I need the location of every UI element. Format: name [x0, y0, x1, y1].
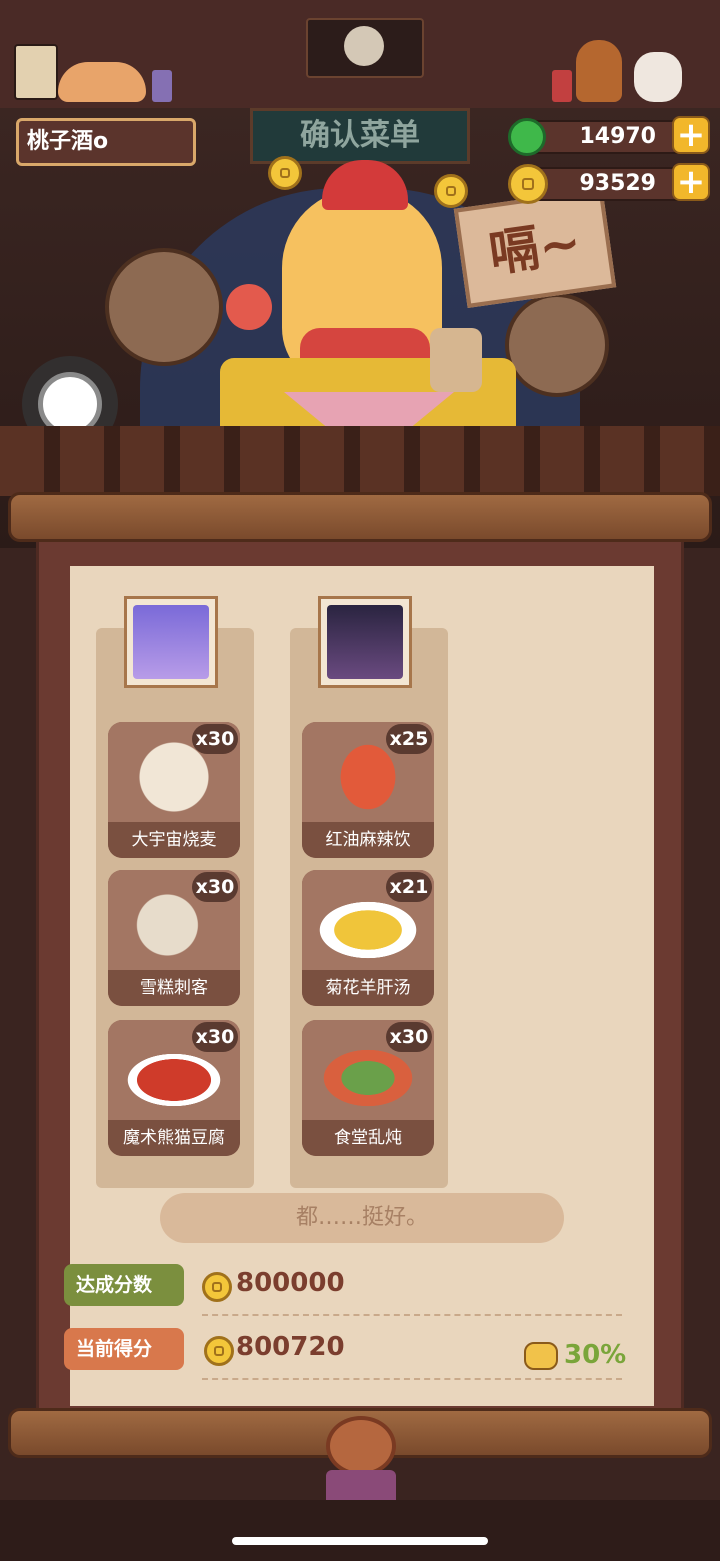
divider — [202, 1378, 622, 1380]
scroll-top-rod — [8, 492, 712, 542]
dish-name: 大宇宙烧麦 — [108, 822, 240, 858]
jade-value: 14970 — [579, 124, 656, 149]
bonus-percent: 30% — [564, 1340, 627, 1370]
dish-card: x30 魔术熊猫豆腐 — [108, 1020, 240, 1156]
chef-portrait-1 — [124, 596, 218, 688]
bonus-icon — [524, 1342, 558, 1370]
chef-portrait-2 — [318, 596, 412, 688]
current-score-value: 800720 — [236, 1332, 345, 1362]
dish-name: 食堂乱炖 — [302, 1120, 434, 1156]
dish-quantity: x25 — [386, 724, 432, 754]
candle-icon — [552, 70, 572, 102]
cat-icon — [58, 62, 146, 102]
chef-avatar — [327, 605, 403, 679]
jade-icon — [508, 118, 546, 156]
coin-icon — [202, 1272, 232, 1302]
right-fan-icon — [505, 293, 609, 397]
dish-card: x30 大宇宙烧麦 — [108, 722, 240, 858]
customer-comment: 都……挺好。 — [160, 1193, 564, 1243]
dish-quantity: x30 — [192, 1022, 238, 1052]
coin-icon — [508, 164, 548, 204]
dish-name: 魔术熊猫豆腐 — [108, 1120, 240, 1156]
dish-card: x25 红油麻辣饮 — [302, 722, 434, 858]
white-cat-icon — [634, 52, 682, 102]
doll-icon — [576, 40, 622, 102]
target-score-label: 达成分数 — [64, 1264, 184, 1306]
add-jade-button[interactable]: + — [672, 116, 710, 154]
bottom-floor — [0, 1500, 720, 1561]
candle-icon — [152, 70, 172, 102]
dish-card: x30 食堂乱炖 — [302, 1020, 434, 1156]
dish-name: 雪糕刺客 — [108, 970, 240, 1006]
top-bar — [0, 0, 720, 112]
dish-quantity: x30 — [192, 872, 238, 902]
dish-card: x21 菊花羊肝汤 — [302, 870, 434, 1006]
current-score-label: 当前得分 — [64, 1328, 184, 1370]
dish-name: 红油麻辣饮 — [302, 822, 434, 858]
add-coins-button[interactable]: + — [672, 163, 710, 201]
paw-frame-icon — [14, 44, 58, 100]
red-hat-icon — [322, 160, 408, 210]
dish-card: x30 雪糕刺客 — [108, 870, 240, 1006]
fence — [0, 426, 720, 496]
dish-quantity: x21 — [386, 872, 432, 902]
character-avatar-icon — [344, 26, 384, 66]
dish-quantity: x30 — [192, 724, 238, 754]
chef-avatar — [133, 605, 209, 679]
dish-quantity: x30 — [386, 1022, 432, 1052]
divider — [202, 1314, 622, 1316]
tassel-fringe — [326, 1470, 396, 1500]
bowl-stack-icon — [430, 328, 482, 392]
left-fan-icon — [105, 248, 223, 366]
speech-bubble: 嗝~ — [453, 188, 617, 308]
knot-tassel-icon — [326, 1416, 396, 1476]
coin-value: 93529 — [579, 171, 656, 196]
coin-icon — [268, 156, 302, 190]
dish-name: 菊花羊肝汤 — [302, 970, 434, 1006]
rattle-drum-icon — [226, 284, 272, 330]
player-name: 桃子酒o — [16, 118, 196, 166]
target-score-value: 800000 — [236, 1268, 345, 1298]
coin-icon — [434, 174, 468, 208]
home-indicator[interactable] — [232, 1537, 488, 1545]
coin-icon — [204, 1336, 234, 1366]
